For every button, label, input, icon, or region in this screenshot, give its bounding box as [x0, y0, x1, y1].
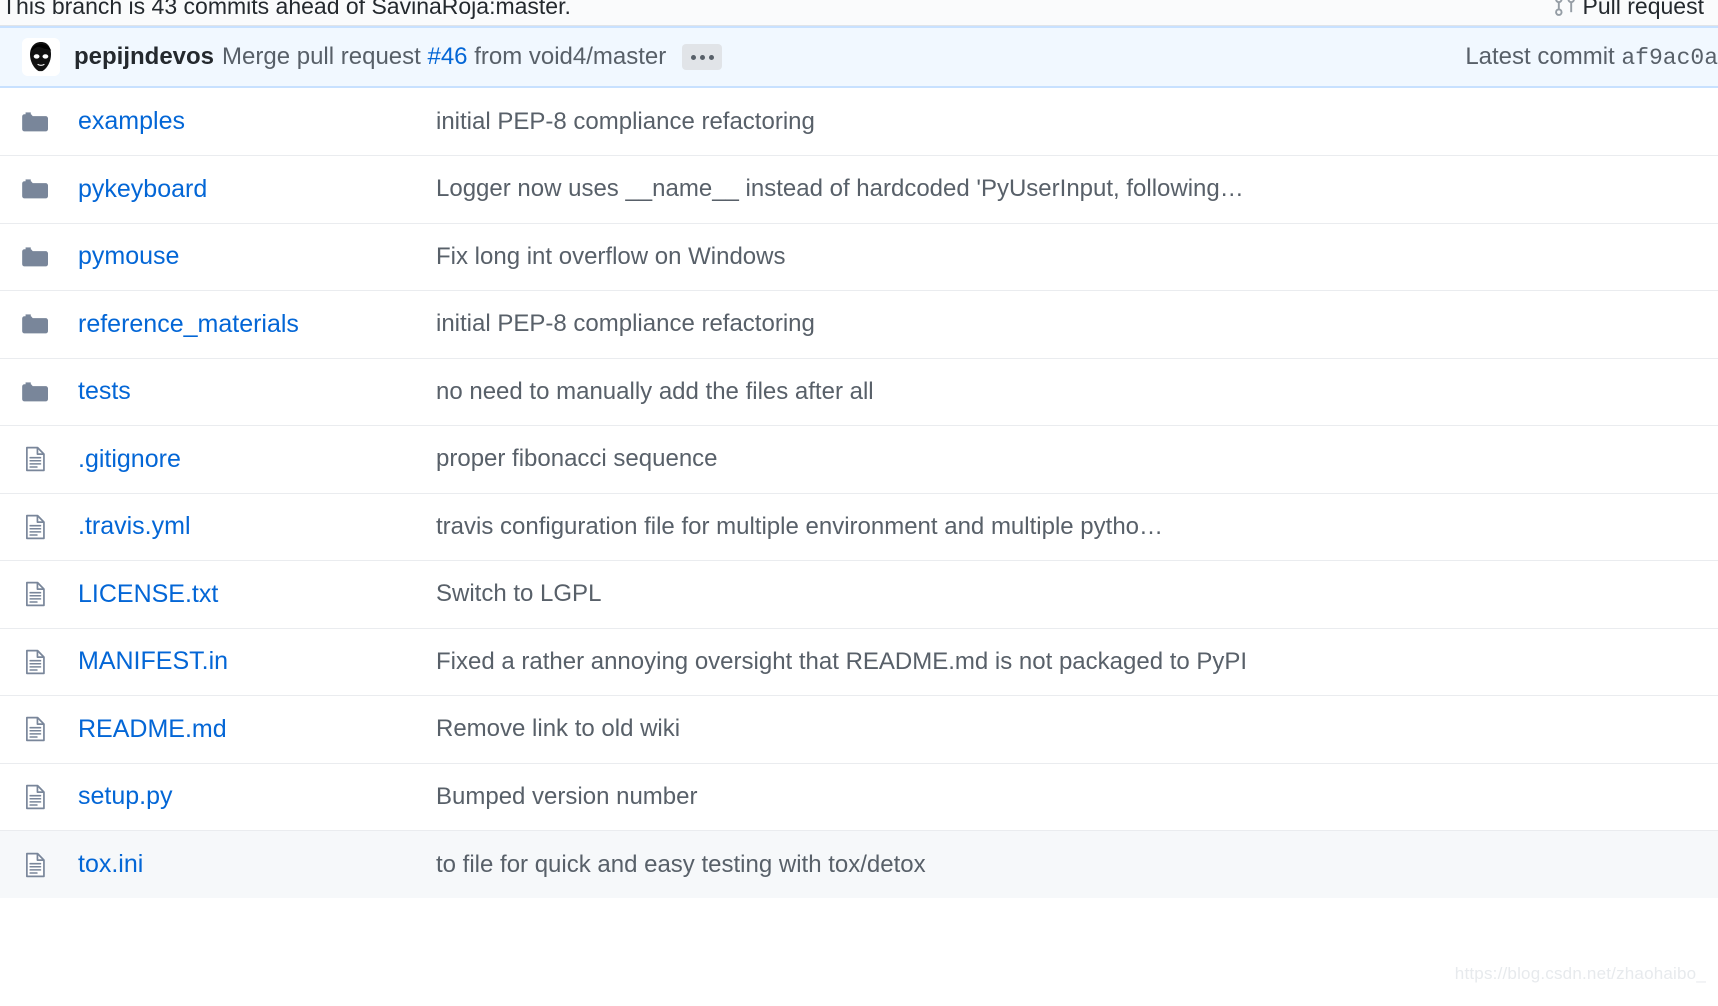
- file-link[interactable]: tox.ini: [78, 850, 143, 878]
- table-row[interactable]: pykeyboard Logger now uses __name__ inste…: [0, 155, 1718, 224]
- latest-commit-label: Latest commit: [1465, 43, 1615, 70]
- file-link[interactable]: .travis.yml: [78, 512, 191, 540]
- branch-status-bar: This branch is 43 commits ahead of Savin…: [0, 0, 1718, 26]
- table-row[interactable]: .gitignore proper fibonacci sequence: [0, 425, 1718, 494]
- folder-icon: [0, 291, 78, 359]
- file-commit-message[interactable]: proper fibonacci sequence: [436, 445, 1626, 473]
- file-icon: [0, 831, 78, 899]
- commit-message-cell: to file for quick and easy testing with …: [428, 831, 1718, 899]
- file-commit-message[interactable]: travis configuration file for multiple e…: [436, 513, 1626, 541]
- file-commit-message[interactable]: no need to manually add the files after …: [436, 378, 1626, 406]
- commit-message-suffix: from void4/master: [474, 43, 667, 70]
- file-name-cell: tox.ini: [78, 831, 428, 899]
- branch-status-text: This branch is 43 commits ahead of Savin…: [2, 0, 571, 19]
- file-commit-message[interactable]: Remove link to old wiki: [436, 715, 1626, 743]
- table-row[interactable]: examples initial PEP-8 compliance refacto…: [0, 88, 1718, 156]
- pull-request-button[interactable]: Pull request: [1554, 0, 1704, 20]
- latest-commit-sha[interactable]: af9ac0a: [1621, 45, 1718, 71]
- file-commit-message[interactable]: Bumped version number: [436, 783, 1626, 811]
- file-name-cell: setup.py: [78, 763, 428, 831]
- file-link[interactable]: .gitignore: [78, 445, 181, 473]
- file-link[interactable]: README.md: [78, 715, 227, 743]
- commit-message-cell: Fix long int overflow on Windows: [428, 223, 1718, 291]
- file-link[interactable]: setup.py: [78, 782, 173, 810]
- file-name-cell: reference_materials: [78, 291, 428, 359]
- folder-link[interactable]: tests: [78, 377, 131, 405]
- commit-message-cell: initial PEP-8 compliance refactoring: [428, 291, 1718, 359]
- file-listing-table: examples initial PEP-8 compliance refacto…: [0, 88, 1718, 898]
- commit-message-cell: Logger now uses __name__ instead of hard…: [428, 156, 1718, 224]
- file-name-cell: README.md: [78, 696, 428, 764]
- file-icon: [0, 763, 78, 831]
- file-name-cell: tests: [78, 358, 428, 426]
- commit-message-cell: Bumped version number: [428, 763, 1718, 831]
- folder-link[interactable]: pymouse: [78, 242, 179, 270]
- folder-link[interactable]: examples: [78, 107, 185, 135]
- dot-2: [699, 54, 705, 60]
- folder-icon: [0, 358, 78, 426]
- table-row[interactable]: MANIFEST.in Fixed a rather annoying overs…: [0, 628, 1718, 696]
- file-name-cell: pykeyboard: [78, 156, 428, 224]
- commit-message-cell: Fixed a rather annoying oversight that R…: [428, 628, 1718, 696]
- latest-commit-header: pepijndevos Merge pull request #46 from …: [0, 26, 1718, 88]
- file-name-cell: pymouse: [78, 223, 428, 291]
- table-row[interactable]: setup.py Bumped version number: [0, 763, 1718, 831]
- file-icon: [0, 426, 78, 494]
- file-icon: [0, 628, 78, 696]
- commit-message-cell: travis configuration file for multiple e…: [428, 493, 1718, 561]
- table-row[interactable]: LICENSE.txt Switch to LGPL: [0, 560, 1718, 629]
- file-commit-message[interactable]: Logger now uses __name__ instead of hard…: [436, 175, 1626, 203]
- commit-message: Merge pull request #46 from void4/master: [222, 43, 666, 71]
- commit-details-button[interactable]: [682, 44, 723, 70]
- file-name-cell: .gitignore: [78, 426, 428, 494]
- table-row[interactable]: pymouse Fix long int overflow on Windows: [0, 223, 1718, 291]
- file-icon: [0, 696, 78, 764]
- folder-icon: [0, 88, 78, 156]
- file-link[interactable]: LICENSE.txt: [78, 580, 218, 608]
- commit-message-cell: Remove link to old wiki: [428, 696, 1718, 764]
- git-pull-request-icon: [1554, 0, 1576, 17]
- latest-commit-info: Latest commit af9ac0a: [1465, 43, 1718, 71]
- dot-1: [690, 54, 696, 60]
- commit-message-cell: initial PEP-8 compliance refactoring: [428, 88, 1718, 156]
- watermark: https://blog.csdn.net/zhaohaibo_: [1454, 964, 1706, 983]
- file-name-cell: .travis.yml: [78, 493, 428, 561]
- file-commit-message[interactable]: initial PEP-8 compliance refactoring: [436, 108, 1626, 136]
- file-commit-message[interactable]: Fixed a rather annoying oversight that R…: [436, 648, 1626, 676]
- commit-author[interactable]: pepijndevos: [74, 43, 214, 71]
- folder-icon: [0, 156, 78, 224]
- file-commit-message[interactable]: initial PEP-8 compliance refactoring: [436, 310, 1626, 338]
- table-row[interactable]: .travis.yml travis configuration file for…: [0, 493, 1718, 561]
- folder-icon: [0, 223, 78, 291]
- table-row[interactable]: reference_materials initial PEP-8 complia…: [0, 290, 1718, 359]
- folder-link[interactable]: reference_materials: [78, 310, 299, 338]
- file-name-cell: LICENSE.txt: [78, 561, 428, 629]
- file-commit-message[interactable]: Switch to LGPL: [436, 580, 1626, 608]
- commit-message-cell: proper fibonacci sequence: [428, 426, 1718, 494]
- table-row[interactable]: tests no need to manually add the files a…: [0, 358, 1718, 426]
- file-icon: [0, 561, 78, 629]
- pull-request-number-link[interactable]: #46: [427, 43, 467, 70]
- folder-link[interactable]: pykeyboard: [78, 175, 207, 203]
- table-row[interactable]: tox.ini to file for quick and easy testin…: [0, 830, 1718, 899]
- pull-request-label: Pull request: [1582, 0, 1704, 19]
- commit-message-cell: Switch to LGPL: [428, 561, 1718, 629]
- file-commit-message[interactable]: to file for quick and easy testing with …: [436, 851, 1626, 879]
- file-icon: [0, 493, 78, 561]
- file-name-cell: examples: [78, 88, 428, 156]
- dot-3: [708, 54, 714, 60]
- commit-message-cell: no need to manually add the files after …: [428, 358, 1718, 426]
- file-name-cell: MANIFEST.in: [78, 628, 428, 696]
- file-commit-message[interactable]: Fix long int overflow on Windows: [436, 243, 1626, 271]
- avatar[interactable]: [22, 38, 60, 76]
- file-link[interactable]: MANIFEST.in: [78, 647, 228, 675]
- table-row[interactable]: README.md Remove link to old wiki: [0, 695, 1718, 764]
- commit-message-prefix: Merge pull request: [222, 43, 421, 70]
